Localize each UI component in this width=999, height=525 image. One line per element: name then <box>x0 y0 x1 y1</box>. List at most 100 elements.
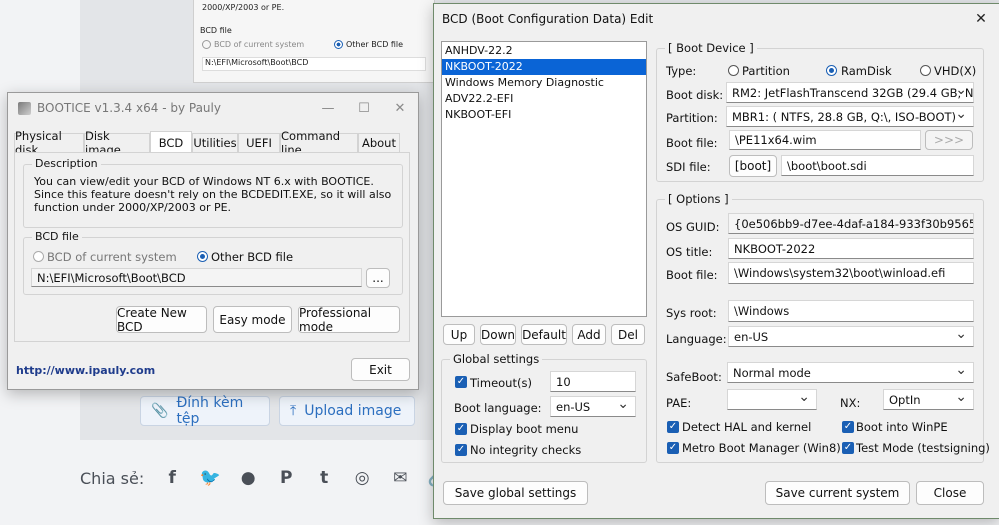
bcd-current-radio[interactable] <box>33 251 44 262</box>
tab-command-line[interactable]: Command line <box>280 129 358 157</box>
bcd-path-field[interactable]: N:\EFI\Microsoft\Boot\BCD <box>31 268 362 287</box>
del-button[interactable]: Del <box>611 324 645 345</box>
tumblr-icon[interactable]: t <box>314 468 334 488</box>
save-current-system-button[interactable]: Save current system <box>765 481 910 505</box>
create-new-bcd-button[interactable]: Create New BCD <box>116 306 207 334</box>
os-title-label: OS title: <box>666 245 713 259</box>
tab-disk-image[interactable]: Disk image <box>84 129 150 157</box>
type-ramdisk-radio[interactable] <box>826 65 837 76</box>
timeout-checkbox[interactable]: ✓ <box>455 376 467 388</box>
professional-mode-button[interactable]: Professional mode <box>298 306 400 334</box>
boot-language-select[interactable]: en-US <box>550 396 636 417</box>
close-button[interactable]: Close <box>916 481 984 505</box>
reddit-icon[interactable]: ● <box>238 468 258 488</box>
close-icon[interactable]: ✕ <box>382 93 418 123</box>
bootice-title: BOOTICE v1.3.4 x64 - by Pauly <box>37 101 221 115</box>
timeout-label: Timeout(s) <box>470 376 532 390</box>
test-mode-checkbox[interactable]: ✓ <box>842 442 854 454</box>
bcd-current-label: BCD of current system <box>47 250 177 264</box>
exit-button[interactable]: Exit <box>351 358 410 381</box>
pae-select[interactable] <box>727 389 817 410</box>
sdi-file-label: SDI file: <box>666 160 711 174</box>
os-boot-file-label: Boot file: <box>666 268 718 282</box>
safeboot-label: SafeBoot: <box>666 370 722 384</box>
sdi-boot-button[interactable]: [boot] <box>729 155 777 177</box>
type-vhd-label: VHD(X) <box>934 64 977 78</box>
boot-disk-select[interactable]: RM2: JetFlashTranscend 32GB (29.4 GB, N:… <box>726 82 974 103</box>
paperclip-icon: 📎 <box>151 403 169 419</box>
bcd-other-radio[interactable] <box>197 251 208 262</box>
boot-winpe-checkbox[interactable]: ✓ <box>842 421 854 433</box>
boot-device-title: [ Boot Device ] <box>665 41 757 55</box>
safeboot-select[interactable]: Normal mode <box>727 362 974 383</box>
type-partition-label: Partition <box>742 64 790 78</box>
upload-image-button[interactable]: ⤒ Upload image <box>279 396 415 426</box>
boot-file-browse-button[interactable]: >>> <box>925 130 973 150</box>
no-integrity-label: No integrity checks <box>470 443 582 457</box>
display-boot-menu-label: Display boot menu <box>470 422 579 436</box>
detect-hal-checkbox[interactable]: ✓ <box>667 421 679 433</box>
os-boot-file-input[interactable]: \Windows\system32\boot\winload.efi <box>728 262 974 284</box>
up-button[interactable]: Up <box>443 324 475 345</box>
tab-bcd[interactable]: BCD <box>150 131 192 153</box>
type-vhd-radio[interactable] <box>920 65 931 76</box>
type-ramdisk-label: RamDisk <box>841 64 892 78</box>
add-button[interactable]: Add <box>572 324 606 345</box>
bg-description-text: 2000/XP/2003 or PE. <box>202 3 285 12</box>
sys-root-label: Sys root: <box>666 306 717 320</box>
list-item[interactable]: NKBOOT-EFI <box>442 107 646 123</box>
language-select[interactable]: en-US <box>728 326 974 347</box>
no-integrity-checkbox[interactable]: ✓ <box>455 444 467 456</box>
list-item[interactable]: Windows Memory Diagnostic <box>442 75 646 91</box>
pae-label: PAE: <box>666 396 692 410</box>
bcd-edit-title: BCD (Boot Configuration Data) Edit <box>442 12 654 26</box>
bootice-titlebar: BOOTICE v1.3.4 x64 - by Pauly — ☐ ✕ <box>8 93 418 123</box>
sdi-file-input[interactable]: \boot\boot.sdi <box>781 155 974 176</box>
tab-physical-disk[interactable]: Physical disk <box>14 129 84 157</box>
facebook-icon[interactable]: f <box>162 468 182 488</box>
upload-image-label: Upload image <box>304 403 402 419</box>
pinterest-icon[interactable]: P <box>276 468 296 488</box>
tab-utilities-label: Utilities <box>193 136 237 150</box>
twitter-icon[interactable]: 🐦 <box>200 468 221 488</box>
tab-uefi-label: UEFI <box>246 136 272 150</box>
share-label: Chia sẻ: <box>80 468 145 488</box>
sys-root-input[interactable]: \Windows <box>728 300 974 322</box>
attach-file-button[interactable]: 📎 Đính kèm tệp <box>140 395 270 427</box>
tab-about[interactable]: About <box>358 133 400 152</box>
down-button[interactable]: Down <box>480 324 516 345</box>
partition-select[interactable]: MBR1: ( NTFS, 28.8 GB, Q:\, ISO-BOOT) <box>726 106 974 127</box>
ipauly-link[interactable]: http://www.ipauly.com <box>16 364 155 377</box>
timeout-input[interactable]: 10 <box>550 371 636 392</box>
bg-radio-other: Other BCD file <box>334 40 403 49</box>
os-guid-label: OS GUID: <box>666 220 720 234</box>
default-button[interactable]: Default <box>521 324 567 345</box>
attach-file-label: Đính kèm tệp <box>176 395 244 427</box>
metro-boot-checkbox[interactable]: ✓ <box>667 442 679 454</box>
list-item[interactable]: ANHDV-22.2 <box>442 43 646 59</box>
tab-uefi[interactable]: UEFI <box>238 133 280 152</box>
device-boot-file-input[interactable]: \PE11x64.wim <box>729 130 921 150</box>
bg-radio-current: BCD of current system <box>202 40 304 49</box>
whatsapp-icon[interactable]: ◎ <box>352 468 372 488</box>
easy-mode-button[interactable]: Easy mode <box>213 306 292 333</box>
save-global-settings-button[interactable]: Save global settings <box>443 481 588 505</box>
nx-select[interactable]: OptIn <box>883 389 974 410</box>
boot-entry-list[interactable]: ANHDV-22.2 NKBOOT-2022 Windows Memory Di… <box>441 41 647 317</box>
bg-bcd-title: BCD file <box>200 26 232 35</box>
email-icon[interactable]: ✉ <box>390 468 410 488</box>
list-item[interactable]: ADV22.2-EFI <box>442 91 646 107</box>
list-item-selected[interactable]: NKBOOT-2022 <box>442 59 646 75</box>
bootice-app-icon <box>18 101 31 115</box>
minimize-icon[interactable]: — <box>310 93 346 123</box>
bg-radio-current-label: BCD of current system <box>214 40 305 49</box>
tab-utilities[interactable]: Utilities <box>192 133 238 152</box>
os-guid-field: {0e506bb9-d7ee-4daf-a184-933f30b95656} <box>728 213 974 234</box>
display-boot-menu-checkbox[interactable]: ✓ <box>455 423 467 435</box>
type-partition-radio[interactable] <box>728 65 739 76</box>
close-icon[interactable]: ✕ <box>963 4 999 34</box>
os-title-input[interactable]: NKBOOT-2022 <box>728 238 974 259</box>
maximize-icon[interactable]: ☐ <box>346 93 382 123</box>
browse-button[interactable]: ... <box>366 268 390 288</box>
bcd-edit-titlebar: BCD (Boot Configuration Data) Edit ✕ <box>434 4 999 34</box>
